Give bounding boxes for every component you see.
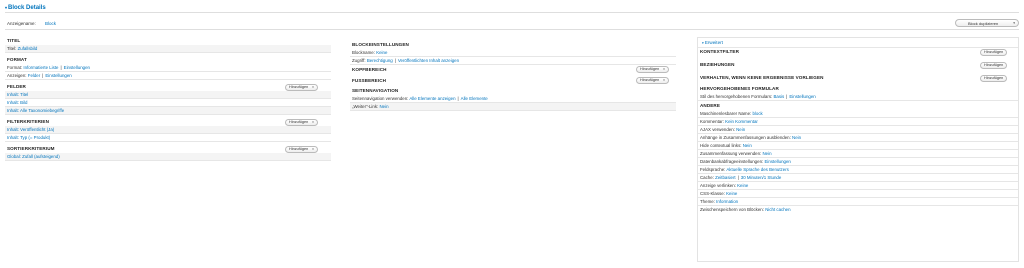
section-block-settings-heading: BLOCKEINSTELLUNGEN: [352, 42, 409, 47]
section-no-results-heading: VERHALTEN, WENN KEINE ERGEBNISSE VORLIEG…: [700, 75, 824, 80]
list-item: Inhalt: Bild: [5, 99, 331, 107]
other-row: Hide contextual links: Nein: [698, 142, 1018, 150]
format-link[interactable]: Informatierte Liste: [23, 65, 58, 70]
section-filters-heading: FILTERKRITERIEN: [7, 119, 49, 124]
section-footer-area-heading: FUSSBEREICH: [352, 78, 387, 83]
section-filters: FILTERKRITERIEN Hinzufügen ▾ Inhalt: Verö…: [5, 118, 331, 142]
section-exposed-form-heading: HERVORGEHOBENES FORMULAR: [700, 86, 779, 91]
section-contextual-filters: KONTEXTFILTER Hinzufügen: [698, 47, 1018, 56]
section-exposed-form: HERVORGEHOBENES FORMULAR Stil des hervor…: [698, 85, 1018, 101]
section-other-heading: ANDERE: [700, 103, 720, 108]
column-block-settings: BLOCKEINSTELLUNGEN Blockname: Keine Zugr…: [350, 37, 676, 111]
sort-add-button[interactable]: Hinzufügen ▾: [285, 146, 318, 153]
chevron-down-icon[interactable]: ▾: [663, 78, 665, 82]
block-name-row: Blockname: Keine: [350, 49, 676, 57]
section-contextual-filters-heading: KONTEXTFILTER: [700, 49, 739, 54]
format-settings-link[interactable]: Einstellungen: [64, 65, 90, 70]
footer-add-button[interactable]: Hinzufügen ▾: [636, 77, 669, 84]
list-item: Inhalt: Veröffentlicht (Ja): [5, 126, 331, 134]
chevron-down-icon[interactable]: ▾: [663, 67, 665, 71]
section-header-area-heading: KOPFBEREICH: [352, 67, 387, 72]
exposed-form-settings-link[interactable]: Einstellungen: [789, 94, 815, 99]
chevron-down-icon[interactable]: ▾: [312, 85, 314, 89]
pager-link[interactable]: Alle Elemente anzeigen: [409, 96, 455, 101]
section-title: TITEL Titel: Zufallsbild: [5, 37, 331, 53]
list-item: Global: Zufall (aufsteigend): [5, 153, 331, 161]
more-link[interactable]: Nein: [380, 104, 389, 109]
column-basic: TITEL Titel: Zufallsbild FORMAT Format: …: [5, 37, 331, 161]
section-sort-heading: SORTIERKRITERIUM: [7, 146, 55, 151]
access-link[interactable]: Berechtigung: [367, 58, 393, 63]
section-pager-heading: SEITENNAVIGATION: [352, 88, 399, 93]
advanced-toggle[interactable]: ▾Erweitert: [698, 38, 1018, 47]
other-row: Maschinenlesbarer Name: block: [698, 110, 1018, 118]
details-header: ▾Block Details: [5, 4, 1019, 13]
section-block-settings: BLOCKEINSTELLUNGEN Blockname: Keine Zugr…: [350, 41, 676, 65]
show-link[interactable]: Felder: [28, 73, 40, 78]
filters-add-button[interactable]: Hinzufügen ▾: [285, 119, 318, 126]
section-format-heading: FORMAT: [7, 57, 27, 62]
other-row: Theme: Information: [698, 198, 1018, 206]
other-row: Kommentar: Kein Kommentar: [698, 118, 1018, 126]
display-name-link[interactable]: Block: [45, 21, 56, 26]
show-row: Anzeigen: Felder | Einstellungen: [5, 72, 331, 80]
section-other: ANDERE Maschinenlesbarer Name: block Kom…: [698, 102, 1018, 214]
other-row: Cache: Zeitbasiert | 30 Minuten/1 Stunde: [698, 174, 1018, 182]
other-row: CSS-Klasse: Keine: [698, 190, 1018, 198]
column-advanced: ▾Erweitert KONTEXTFILTER Hinzufügen BEZI…: [697, 37, 1019, 262]
more-link-row: „Weiter“-Link: Nein: [350, 103, 676, 111]
duplicate-block-button[interactable]: Block duplizieren ▾: [955, 19, 1019, 27]
section-fields-heading: FELDER: [7, 84, 26, 89]
context-add-button[interactable]: Hinzufügen: [980, 49, 1008, 56]
relations-add-button[interactable]: Hinzufügen: [980, 62, 1008, 69]
list-item: Inhalt: Alle Taxonomiebegriffe: [5, 107, 331, 115]
format-row: Format: Informatierte Liste | Einstellunge…: [5, 64, 331, 72]
no-results-add-button[interactable]: Hinzufügen: [980, 75, 1008, 82]
section-fields: FELDER Hinzufügen ▾ Inhalt: Titel Inhalt:…: [5, 83, 331, 115]
title-row: Titel: Zufallsbild: [5, 45, 331, 53]
other-row: Zusammenfassung verwenden: Nein: [698, 150, 1018, 158]
section-footer-area: FUSSBEREICH Hinzufügen ▾: [350, 77, 676, 85]
section-format: FORMAT Format: Informatierte Liste | Einst…: [5, 56, 331, 80]
section-relationships-heading: BEZIEHUNGEN: [700, 62, 735, 67]
block-name-link[interactable]: Keine: [376, 50, 387, 55]
section-pager: SEITENNAVIGATION Seitennavigation verwen…: [350, 87, 676, 111]
other-row: Zwischenspeichern von Blöcken: Nicht cac…: [700, 207, 791, 212]
exposed-form-link[interactable]: Basis: [773, 94, 784, 99]
access-settings-link[interactable]: Veröffentlichten Inhalt anzeigen: [398, 58, 459, 63]
other-row: Anzeige verlinken: Keine: [698, 182, 1018, 190]
title-link[interactable]: Zufallsbild: [18, 46, 38, 51]
section-header-area: KOPFBEREICH Hinzufügen ▾: [350, 66, 676, 74]
show-settings-link[interactable]: Einstellungen: [45, 73, 71, 78]
list-item: Inhalt: Titel: [5, 91, 331, 99]
fields-add-button[interactable]: Hinzufügen ▾: [285, 84, 318, 91]
triangle-down-icon: ▾: [5, 5, 8, 10]
section-no-results: VERHALTEN, WENN KEINE ERGEBNISSE VORLIEG…: [698, 74, 1018, 82]
exposed-form-row: Stil des hervorgehobenen Formulars: Basi…: [698, 93, 1018, 101]
other-row: Anhänge in Zusammenfassungen ausblenden:…: [698, 134, 1018, 142]
display-name-label: Anzeigename:: [7, 21, 36, 26]
header-add-button[interactable]: Hinzufügen ▾: [636, 66, 669, 73]
section-relationships: BEZIEHUNGEN Hinzufügen: [698, 61, 1018, 69]
access-row: Zugriff: Berechtigung | Veröffentlichten I…: [350, 57, 676, 65]
chevron-down-icon[interactable]: ▾: [312, 120, 314, 124]
other-row: Feldsprache: Aktuelle Sprache des Benutz…: [698, 166, 1018, 174]
triangle-down-icon: ▾: [702, 41, 704, 45]
details-toggle[interactable]: ▾Block Details: [5, 5, 46, 11]
chevron-down-icon[interactable]: ▾: [1013, 21, 1015, 25]
chevron-down-icon[interactable]: ▾: [312, 147, 314, 151]
other-row: Datenbankabfrageeinstellungen: Einstellu…: [698, 158, 1018, 166]
display-name-row: Anzeigename: Block: [5, 17, 1019, 30]
section-title-heading: TITEL: [7, 38, 21, 43]
other-row: AJAX verwenden: Nein: [698, 126, 1018, 134]
pager-settings-link[interactable]: Alle Elemente: [461, 96, 488, 101]
list-item: Inhalt: Typ (= Produkt): [5, 134, 331, 142]
pager-row: Seitennavigation verwenden: Alle Element…: [350, 95, 676, 103]
section-sort: SORTIERKRITERIUM Hinzufügen ▾ Global: Zuf…: [5, 145, 331, 161]
